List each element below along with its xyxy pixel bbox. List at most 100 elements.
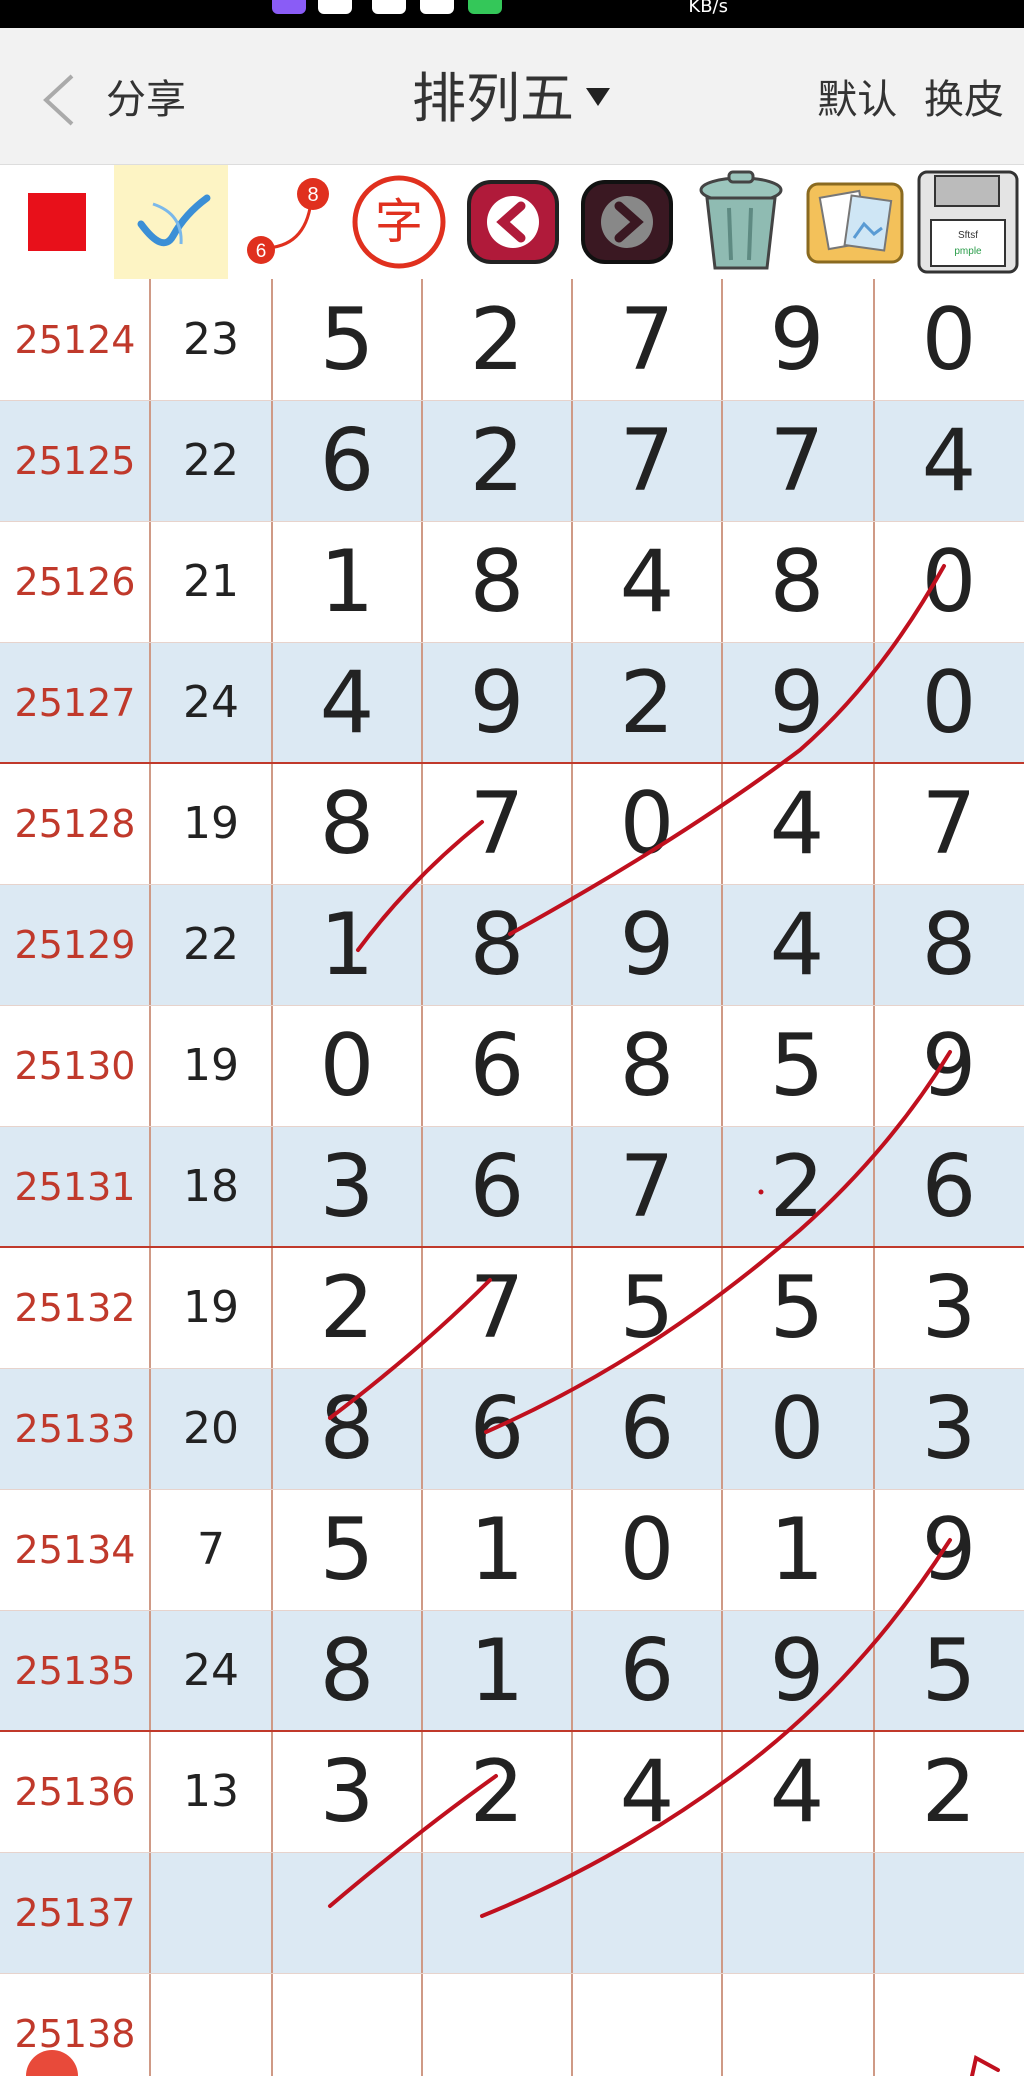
clear-trash-button[interactable] (684, 165, 798, 279)
digit-cell[interactable]: 0 (572, 763, 722, 884)
page-title[interactable]: 排列五 (412, 64, 574, 134)
default-button[interactable]: 默认 (817, 77, 897, 123)
digit-cell[interactable]: 2 (874, 1731, 1024, 1852)
digit-cell[interactable]: 9 (722, 1610, 872, 1731)
share-button[interactable]: 分享 (106, 74, 186, 126)
digit-cell[interactable]: 6 (572, 1368, 722, 1489)
save-button[interactable]: Sftsf pmple (912, 165, 1024, 279)
digit-cell[interactable]: 7 (572, 279, 722, 400)
digit-cell[interactable]: 5 (572, 1247, 722, 1368)
digit-cell[interactable]: 5 (272, 1489, 422, 1610)
digit-cell[interactable]: 7 (874, 763, 1024, 884)
app-indicator-icon (372, 0, 406, 14)
digit-cell[interactable]: 4 (722, 1731, 872, 1852)
digit-cell[interactable]: 8 (272, 1610, 422, 1731)
digit-cell[interactable]: 3 (272, 1731, 422, 1852)
digit-cell[interactable]: 9 (874, 1005, 1024, 1126)
digit-cell[interactable]: 2 (272, 1247, 422, 1368)
digit-cell[interactable]: 9 (874, 1489, 1024, 1610)
digit-cell[interactable]: 7 (572, 1126, 722, 1247)
char-icon-text: 字 (375, 194, 423, 250)
digit-cell[interactable]: 2 (722, 1126, 872, 1247)
digit-cell[interactable]: 7 (422, 763, 572, 884)
digit-cell[interactable]: 8 (422, 521, 572, 642)
digit-cell[interactable]: 9 (422, 642, 572, 763)
table-row: 25131 18 3 6 7 2 6 (0, 1126, 1024, 1247)
digit-cell[interactable]: 9 (572, 884, 722, 1005)
digit-cell[interactable]: 8 (572, 1005, 722, 1126)
digit-cell[interactable]: 2 (422, 1731, 572, 1852)
digit-cell[interactable]: 0 (874, 279, 1024, 400)
digit-cell[interactable]: 1 (422, 1610, 572, 1731)
digit-cell[interactable]: 0 (874, 521, 1024, 642)
group-divider (0, 762, 1024, 764)
digit-cell[interactable]: 0 (272, 1005, 422, 1126)
digit-cell[interactable]: 6 (422, 1368, 572, 1489)
color-swatch-red[interactable] (0, 165, 114, 279)
digit-cell[interactable]: 3 (874, 1368, 1024, 1489)
digit-cell[interactable]: 4 (722, 884, 872, 1005)
digit-cell[interactable]: 1 (722, 1489, 872, 1610)
digit-cell[interactable]: 6 (422, 1005, 572, 1126)
caret-down-icon[interactable] (586, 88, 610, 106)
digit-cell[interactable]: 8 (422, 884, 572, 1005)
digit-sum-cell: 22 (183, 919, 239, 970)
digit-cell[interactable]: 6 (874, 1126, 1024, 1247)
digit-cell[interactable]: 6 (272, 400, 422, 521)
digit-cell[interactable]: 0 (722, 1368, 872, 1489)
digit-sum-cell: 18 (183, 1161, 239, 1212)
digit-cell[interactable]: 8 (272, 763, 422, 884)
digit-cell[interactable]: 5 (722, 1005, 872, 1126)
digit-cell[interactable]: 0 (874, 642, 1024, 763)
digit-sum-cell: 24 (183, 677, 239, 728)
digit-cell[interactable]: 4 (722, 763, 872, 884)
table-row: 25124 23 5 2 7 9 0 (0, 279, 1024, 400)
digit-cell[interactable]: 6 (572, 1610, 722, 1731)
digit-cell[interactable]: 7 (422, 1247, 572, 1368)
digit-cell[interactable]: 2 (422, 400, 572, 521)
pen-tool[interactable] (114, 165, 228, 279)
digit-cell[interactable]: 7 (722, 400, 872, 521)
row-divider (0, 400, 1024, 401)
redo-button[interactable] (570, 165, 684, 279)
digit-cell[interactable] (422, 1852, 572, 1973)
digit-cell[interactable] (874, 1852, 1024, 1973)
issue-number-cell: 25131 (14, 1164, 136, 1209)
issue-number-cell: 25136 (14, 1769, 136, 1814)
bubble-top-text: 8 (307, 184, 318, 206)
digit-cell[interactable]: 5 (874, 1610, 1024, 1731)
digit-cell[interactable]: 2 (572, 642, 722, 763)
digit-cell[interactable]: 5 (272, 279, 422, 400)
digit-cell[interactable]: 0 (572, 1489, 722, 1610)
curve-tool[interactable]: 8 6 (228, 165, 342, 279)
digit-cell[interactable]: 1 (272, 884, 422, 1005)
digit-cell[interactable]: 1 (422, 1489, 572, 1610)
digit-cell[interactable]: 4 (572, 521, 722, 642)
digit-cell[interactable]: 3 (874, 1247, 1024, 1368)
digit-cell[interactable] (572, 1852, 722, 1973)
change-skin-button[interactable]: 换皮 (924, 77, 1004, 123)
red-square-icon (28, 193, 86, 251)
digit-cell[interactable]: 2 (422, 279, 572, 400)
text-tool[interactable]: 字 (342, 165, 456, 279)
undo-button[interactable] (456, 165, 570, 279)
digit-cell[interactable]: 8 (272, 1368, 422, 1489)
digit-cell[interactable]: 3 (272, 1126, 422, 1247)
digit-cell[interactable]: 4 (272, 642, 422, 763)
digit-cell[interactable]: 8 (722, 521, 872, 642)
app-header: 分享 排列五 默认 换皮 (0, 28, 1024, 165)
digit-cell[interactable]: 7 (572, 400, 722, 521)
digit-cell[interactable]: 9 (722, 642, 872, 763)
digit-cell[interactable] (272, 1852, 422, 1973)
digit-cell[interactable]: 4 (572, 1731, 722, 1852)
digit-cell[interactable]: 4 (874, 400, 1024, 521)
gallery-button[interactable] (798, 165, 912, 279)
digit-cell[interactable]: 8 (874, 884, 1024, 1005)
digit-cell[interactable]: 5 (722, 1247, 872, 1368)
back-chevron-icon[interactable] (40, 72, 80, 128)
issue-number-cell: 25132 (14, 1285, 136, 1330)
digit-cell[interactable]: 9 (722, 279, 872, 400)
digit-cell[interactable]: 6 (422, 1126, 572, 1247)
digit-cell[interactable]: 1 (272, 521, 422, 642)
digit-cell[interactable] (722, 1852, 872, 1973)
